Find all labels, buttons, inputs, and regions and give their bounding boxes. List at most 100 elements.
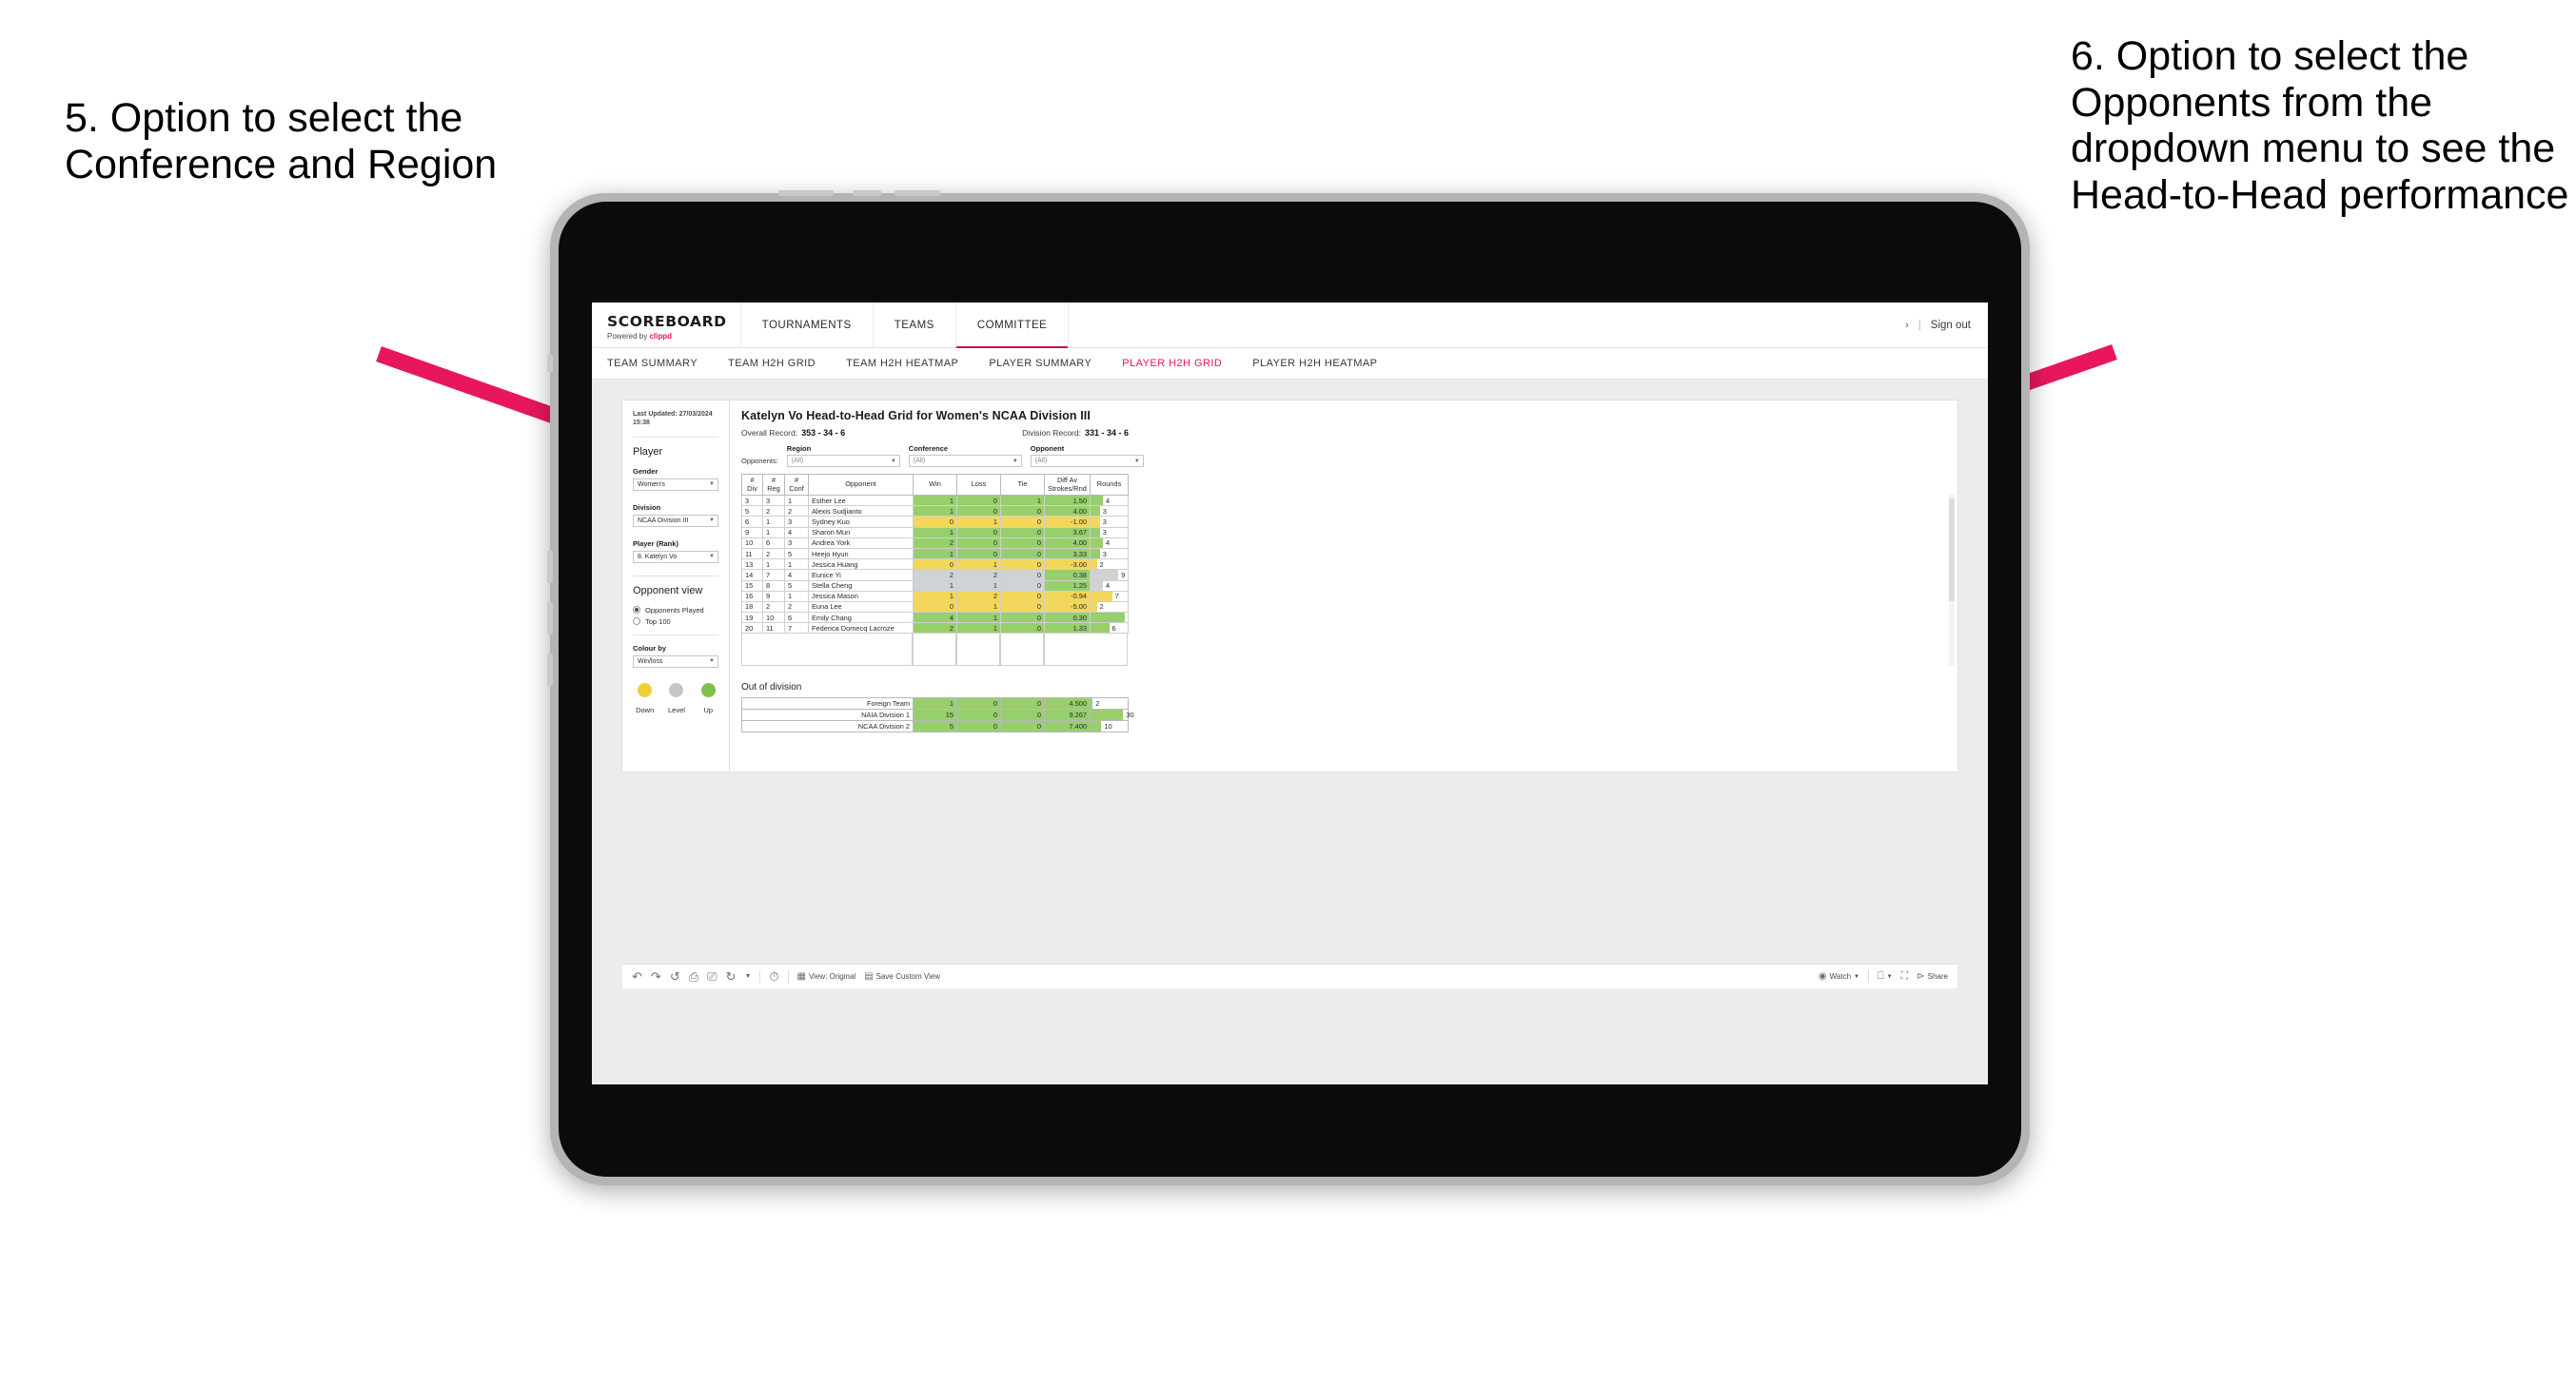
view-original-button[interactable]: ▦ View: Original <box>797 971 856 982</box>
table-row[interactable]: 14 7 4 Eunice Yi 2 2 0 0.38 9 <box>741 569 1129 581</box>
cell-tie: 0 <box>1000 697 1045 711</box>
cell-div-rank: 14 <box>741 569 763 581</box>
cell-loss: 0 <box>956 505 1001 517</box>
player-rank-select[interactable]: 8. Katelyn Vo ▼ <box>633 550 718 563</box>
table-row[interactable]: 16 9 1 Jessica Mason 1 2 0 -0.94 7 <box>741 590 1129 602</box>
cell-division-name: NAIA Division 1 <box>741 709 914 722</box>
redo-alt-icon[interactable]: ↻ <box>726 970 737 983</box>
table-row[interactable]: 19106Emily Chang4100.3011 <box>741 612 1129 624</box>
chevron-down-icon[interactable]: ▼ <box>744 973 751 980</box>
out-of-division-row[interactable]: NCAA Division 2 5 0 0 7.400 10 <box>741 720 1129 733</box>
cell-loss: 0 <box>956 720 1001 733</box>
rounds-value: 30 <box>1126 711 1134 720</box>
out-of-division-row[interactable]: Foreign Team 1 0 0 4.500 2 <box>741 697 1129 711</box>
tab-player-summary[interactable]: PLAYER SUMMARY <box>989 358 1091 369</box>
grid-scrollbar-thumb[interactable] <box>1949 498 1955 601</box>
table-row[interactable]: 15 8 5 Stella Cheng 1 1 0 1.25 4 <box>741 579 1129 592</box>
overall-record: Overall Record: 353 - 34 - 6 <box>741 428 845 438</box>
sign-out-link[interactable]: Sign out <box>1931 320 1971 331</box>
table-row[interactable]: 13 1 1 Jessica Huang 0 1 0 -3.00 2 <box>741 558 1129 571</box>
cell-tie: 0 <box>1000 612 1045 624</box>
nav-item-committee[interactable]: COMMITTEE <box>955 303 1070 348</box>
gender-label: Gender <box>633 466 659 476</box>
cell-rounds: 11 <box>1090 612 1129 624</box>
radio-top-100[interactable]: Top 100 <box>633 617 718 626</box>
tab-team-summary[interactable]: TEAM SUMMARY <box>607 358 698 369</box>
region-select[interactable]: (All) ▼ <box>786 455 900 467</box>
download-button[interactable]: ⎕ ▼ <box>1878 971 1893 982</box>
clippd-brand-name: clippd <box>649 331 673 341</box>
tab-player-h2h-grid[interactable]: PLAYER H2H GRID <box>1122 358 1222 369</box>
grid-col-header--reg: # Reg <box>762 474 785 496</box>
tab-player-h2h-heatmap[interactable]: PLAYER H2H HEATMAP <box>1252 358 1377 369</box>
table-row[interactable]: 3 3 1 Esther Lee 1 0 1 1.50 4 <box>741 494 1129 507</box>
conference-select[interactable]: (All) ▼ <box>908 455 1022 467</box>
tablet-side-button-top <box>547 355 553 372</box>
table-row[interactable]: 18 2 2 Euna Lee 0 1 0 -5.00 2 <box>741 600 1129 614</box>
grid-col-header-win: Win <box>913 474 957 496</box>
cell-rounds: 3 <box>1090 516 1129 528</box>
undo-icon[interactable]: ↶ <box>632 970 642 983</box>
cell-diff-avg-strokes: 3.67 <box>1044 526 1091 538</box>
cell-div-rank: 18 <box>741 600 763 614</box>
colour-by-select[interactable]: Win/loss ▼ <box>633 654 718 668</box>
nav-item-tournaments[interactable]: TOURNAMENTS <box>741 303 874 347</box>
cell-rounds: 3 <box>1090 505 1129 517</box>
rounds-value: 7 <box>1114 592 1119 601</box>
refresh-icon[interactable]: ⎙ <box>689 970 698 983</box>
scoreboard-logo[interactable]: SCOREBOARD Powered by clippd <box>592 303 741 347</box>
chevron-down-icon: ▼ <box>1133 458 1140 464</box>
save-custom-view-button[interactable]: ▤ Save Custom View <box>864 971 940 982</box>
tab-team-h2h-grid[interactable]: TEAM H2H GRID <box>728 358 816 369</box>
out-of-division-row[interactable]: NAIA Division 1 15 0 0 9.267 30 <box>741 709 1134 722</box>
nav-item-teams[interactable]: TEAMS <box>874 303 956 347</box>
cell-win: 2 <box>913 622 957 634</box>
rounds-value: 4 <box>1106 496 1111 505</box>
table-row[interactable]: 9 1 4 Sharon Mun 1 0 0 3.67 3 <box>741 526 1129 538</box>
cell-reg-rank: 6 <box>762 537 785 549</box>
conference-filter-label: Conference <box>908 444 949 453</box>
cell-reg-rank: 2 <box>762 505 785 517</box>
watch-button[interactable]: ◉ Watch ▼ <box>1819 971 1859 982</box>
legend-item-up: Up <box>698 682 718 714</box>
table-row[interactable]: 10 6 3 Andrea York 2 0 0 4.00 4 <box>741 537 1129 549</box>
redo-icon[interactable]: ↷ <box>651 970 661 983</box>
cell-rounds: 3 <box>1090 547 1129 560</box>
radio-opponents-played[interactable]: Opponents Played <box>633 606 718 615</box>
table-row[interactable]: 11 2 5 Heejo Hyun 1 0 0 3.33 3 <box>741 547 1129 560</box>
out-of-division-table: Foreign Team 1 0 0 4.500 2 NAIA Division 1 15 0 0… <box>741 697 1134 733</box>
division-select[interactable]: NCAA Division III ▼ <box>633 514 718 527</box>
cell-win: 4 <box>913 612 957 624</box>
grid-vertical-scrollbar[interactable] <box>1949 495 1955 667</box>
tab-team-h2h-heatmap[interactable]: TEAM H2H HEATMAP <box>846 358 958 369</box>
nav-separator: | <box>1917 319 1921 331</box>
cell-tie: 0 <box>1000 569 1045 581</box>
rounds-value: 3 <box>1102 517 1107 526</box>
cell-div-rank: 15 <box>741 579 763 592</box>
history-icon[interactable]: ⏱ <box>769 970 778 983</box>
cell-win: 1 <box>913 505 957 517</box>
pause-refresh-icon[interactable]: ⎚ <box>707 970 717 983</box>
filters-sidebar: Last Updated: 27/03/2024 15:38 Player Ge… <box>622 400 730 771</box>
cell-loss: 0 <box>956 709 1001 722</box>
legend-label-down: Down <box>636 705 655 714</box>
chevron-right-icon[interactable]: › <box>1905 320 1909 331</box>
cell-loss: 1 <box>956 612 1001 624</box>
table-row[interactable]: 5 2 2 Alexis Sudjianto 1 0 0 4.00 3 <box>741 505 1129 517</box>
cell-conf-rank: 3 <box>784 516 809 528</box>
gender-select[interactable]: Women's ▼ <box>633 478 718 491</box>
table-row[interactable]: 20 11 7 Federica Domecq Lacroze 2 1 0 1.33 6 <box>741 622 1129 634</box>
cell-diff-avg-strokes: 7.400 <box>1044 720 1091 733</box>
cell-tie: 0 <box>1000 622 1045 634</box>
fullscreen-icon[interactable]: ⛶ <box>1901 971 1909 982</box>
table-row[interactable]: 6 1 3 Sydney Kuo 0 1 0 -1.00 3 <box>741 516 1129 528</box>
cell-opponent-name: Alexis Sudjianto <box>808 505 914 517</box>
share-button[interactable]: ⊳ Share <box>1917 971 1948 982</box>
cell-tie: 0 <box>1000 600 1045 614</box>
opponent-select[interactable]: (All) ▼ <box>1030 455 1144 467</box>
cell-conf-rank: 3 <box>784 537 809 549</box>
division-record: Division Record: 331 - 34 - 6 <box>1022 428 1129 438</box>
revert-icon[interactable]: ↺ <box>670 970 680 983</box>
rounds-bar <box>1091 581 1103 591</box>
cell-win: 1 <box>913 590 957 602</box>
